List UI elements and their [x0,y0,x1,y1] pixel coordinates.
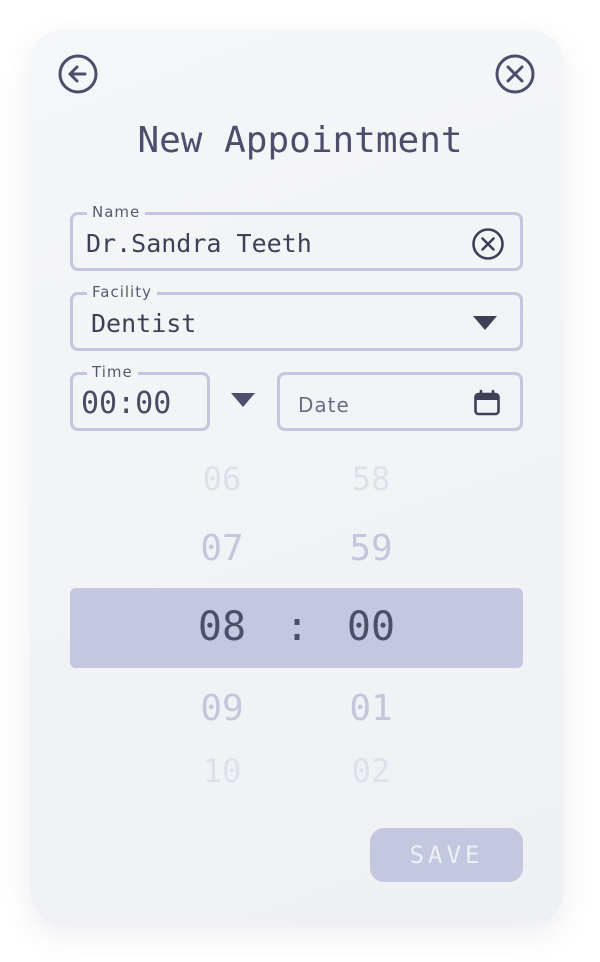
clear-circle-icon [472,228,504,260]
name-field-label: Name [87,203,146,221]
back-button[interactable] [57,53,99,95]
close-circle-icon [495,54,535,94]
picker-hour-option[interactable]: 07 [172,528,272,569]
time-field-label: Time [87,363,138,381]
picker-hour-option[interactable]: 06 [172,460,272,498]
appointment-card [30,30,564,925]
picker-hour-option[interactable]: 10 [172,752,272,790]
picker-minute-option[interactable]: 01 [321,688,421,729]
date-field[interactable]: Date [277,372,523,431]
name-field[interactable]: Name Dr.Sandra Teeth [70,203,523,271]
page-title: New Appointment [137,120,463,161]
picker-hour-selected[interactable]: 08 [172,604,272,650]
time-field[interactable]: Time 00:00 [70,363,210,431]
date-placeholder: Date [298,393,350,417]
close-button[interactable] [494,53,536,95]
picker-hour-option[interactable]: 09 [172,688,272,729]
picker-minute-option[interactable]: 02 [321,752,421,790]
calendar-icon [474,389,500,416]
facility-select[interactable]: Facility Dentist [70,283,523,351]
caret-down-icon[interactable] [230,392,256,408]
clear-name-button[interactable] [470,226,506,262]
name-input-value[interactable]: Dr.Sandra Teeth [86,229,312,258]
picker-minute-option[interactable]: 59 [321,528,421,569]
facility-select-value: Dentist [91,309,197,338]
picker-separator: : [284,604,310,650]
arrow-left-circle-icon [58,54,98,94]
facility-field-label: Facility [87,283,157,301]
time-field-value: 00:00 [81,386,172,421]
picker-minute-option[interactable]: 58 [321,460,421,498]
calendar-button[interactable] [472,388,502,418]
save-button[interactable]: SAVE [370,828,523,882]
picker-minute-selected[interactable]: 00 [321,604,421,650]
caret-down-icon[interactable] [472,315,498,331]
